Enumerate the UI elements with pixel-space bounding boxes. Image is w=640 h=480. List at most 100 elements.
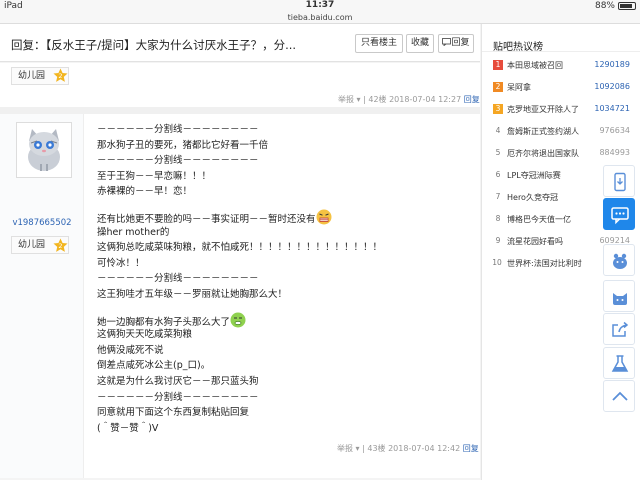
- hot-topic-count: 1034721: [594, 104, 630, 113]
- hot-topic-title: 世界杯:法国对比利时: [507, 259, 582, 268]
- hot-topic-item[interactable]: 5 厄齐尔将退出国家队 884993: [482, 145, 640, 167]
- report-link[interactable]: 举报: [338, 95, 354, 104]
- username[interactable]: v1987665502: [0, 218, 84, 228]
- comment-icon: [611, 207, 629, 225]
- hot-topic-count: 1092086: [594, 82, 630, 91]
- post-divider: [0, 107, 480, 114]
- only-op-button[interactable]: 只看楼主: [355, 34, 403, 53]
- dropdown-caret-icon: ▾: [355, 444, 360, 453]
- level-star-icon: 2: [53, 68, 68, 82]
- cat-avatar-icon: [28, 129, 60, 171]
- favorite-button[interactable]: 收藏: [406, 34, 434, 53]
- hot-topic-title: 呆阿拿: [507, 83, 531, 92]
- tieba-button[interactable]: [603, 244, 635, 276]
- hot-topic-count: 1290189: [594, 60, 630, 69]
- rank-badge: 3: [493, 104, 503, 114]
- reply-link[interactable]: 回复: [464, 95, 480, 104]
- avatar[interactable]: [16, 122, 72, 178]
- content-line-with-emoji: 她一边胸都有水狗子头那么大了: [97, 312, 437, 328]
- svg-text:2: 2: [58, 72, 62, 80]
- chevron-up-icon: [612, 391, 628, 401]
- content-line: 这就是为什么我讨厌它－－那只蓝头狗: [97, 375, 259, 387]
- rank-badge: 1: [493, 60, 503, 70]
- content-line: －－－－－－分割线－－－－－－－－: [97, 155, 259, 167]
- clock: 11:37: [305, 0, 335, 10]
- hot-topic-count: 884993: [599, 148, 630, 157]
- cat-button[interactable]: [603, 280, 635, 312]
- phone-icon: [614, 172, 626, 192]
- content-line: 这王狗哇才五年级－－罗丽就让她胸那么大！: [97, 288, 288, 300]
- thread-main: 回复：【反水王子/提问】大家为什么讨厌水王子？，分... 只看楼主 收藏 回复 …: [0, 24, 480, 480]
- content-line: －－－－－－分割线－－－－－－－－: [97, 124, 259, 135]
- rank-badge: 9: [495, 236, 501, 245]
- hot-topic-title: 本田思域被召回: [507, 61, 563, 70]
- battery-percent: 88%: [594, 1, 615, 11]
- hot-topic-title: 克罗地亚又开除人了: [507, 105, 579, 114]
- content-line: 倒差点咸死冰公主(p_口)。: [97, 360, 211, 372]
- content-line: 那水狗子丑的要死，猪都比它好看一千倍: [97, 139, 269, 151]
- topic-header: 回复：【反水王子/提问】大家为什么讨厌水王子？，分... 只看楼主 收藏 回复: [0, 24, 480, 62]
- level-star-icon: 2: [53, 238, 68, 252]
- tieba-icon: [613, 253, 627, 269]
- scroll-top-button[interactable]: [603, 380, 635, 412]
- phone-button[interactable]: [603, 165, 635, 197]
- content-line: 这俩狗天天吃咸菜狗粮: [97, 329, 193, 341]
- hot-topic-title: 流星花园好看吗: [507, 237, 563, 246]
- content-line: 他俩没咸死不说: [97, 344, 164, 356]
- content-line: 她一边胸都有水狗子头那么大了: [97, 316, 231, 328]
- status-bar: iPad 11:37 88%: [0, 0, 640, 13]
- address-bar[interactable]: tieba.baidu.com: [0, 13, 640, 24]
- hot-topic-item[interactable]: 2 呆阿拿 1092086: [482, 79, 640, 101]
- cat-icon: [613, 293, 627, 305]
- hot-topic-title: 博格巴今天值一亿: [507, 215, 571, 224]
- post-content: －－－－－－分割线－－－－－－－－ 那水狗子丑的要死，猪都比它好看一千倍 －－－…: [97, 122, 437, 436]
- floor-number: 43楼: [367, 444, 386, 453]
- floor-number: 42楼: [368, 95, 387, 104]
- level-name: 幼儿园: [18, 240, 46, 250]
- post-43: v1987665502 幼儿园 2 －－－－－－分割线－－－－－－－－ 那水狗子…: [0, 114, 480, 478]
- dropdown-caret-icon: ▾: [356, 95, 361, 104]
- page-title: 回复：【反水王子/提问】大家为什么讨厌水王子？，分...: [11, 38, 297, 52]
- reply-button-label: 回复: [451, 38, 470, 48]
- battery-icon: [618, 2, 636, 10]
- lab-icon: [611, 355, 629, 372]
- previous-post-meta: 举报 ▾ | 42楼 2018-07-04 12:27 回复: [338, 95, 480, 104]
- content-line: 赤裸裸的－－早！恋！: [97, 186, 193, 198]
- angry-emoji-icon: [316, 209, 332, 225]
- previous-post-footer: 幼儿园 2 举报 ▾ | 42楼 2018-07-04 12:27 回复: [0, 63, 480, 107]
- hot-topic-title: Hero久竞夺冠: [507, 193, 558, 202]
- hot-topic-title: 厄齐尔将退出国家队: [507, 149, 579, 158]
- rank-badge: 8: [495, 214, 501, 223]
- content-line: 还有比她更不要脸的吗－－事实证明－－暂时还没有: [97, 213, 316, 225]
- hot-topic-item[interactable]: 4 詹姆斯正式签约湖人 976634: [482, 123, 640, 145]
- author-column: v1987665502 幼儿园 2: [0, 114, 84, 478]
- share-button[interactable]: [603, 313, 635, 345]
- comment-button[interactable]: [603, 198, 635, 230]
- lab-button[interactable]: [603, 347, 635, 379]
- level-name: 幼儿园: [18, 71, 46, 81]
- content-line: －－－－－－分割线－－－－－－－－: [97, 391, 259, 403]
- hot-topic-item[interactable]: 3 克罗地亚又开除人了 1034721: [482, 101, 640, 123]
- reply-link[interactable]: 回复: [463, 444, 479, 453]
- content-line: 同意就用下面这个东西复制粘贴回复: [97, 407, 250, 419]
- hot-topic-count: 976634: [599, 126, 630, 135]
- report-link[interactable]: 举报: [337, 444, 353, 453]
- hot-topic-item[interactable]: 1 本田思域被召回 1290189: [482, 57, 640, 79]
- content-line: 可怜冰！！: [97, 257, 145, 269]
- reply-button[interactable]: 回复: [438, 34, 474, 53]
- rank-badge: 7: [495, 192, 501, 201]
- content-line: (＾赞－赞＾)V: [97, 422, 159, 434]
- content-line: 这俩狗总吃咸菜味狗粮，就不怕咸死！！！！！！！！！！！！！！: [97, 242, 383, 254]
- share-icon: [612, 321, 629, 337]
- battery-indicator: 88%: [595, 1, 636, 11]
- content-line: －－－－－－分割线－－－－－－－－: [97, 273, 259, 285]
- post-time: 2018-07-04 12:27: [389, 95, 462, 104]
- post-time: 2018-07-04 12:42: [388, 444, 461, 453]
- rank-badge: 5: [495, 148, 501, 157]
- content-line-with-emoji: 还有比她更不要脸的吗－－事实证明－－暂时还没有: [97, 209, 437, 225]
- svg-text:2: 2: [58, 242, 62, 250]
- hot-topic-title: LPL夺冠洲际赛: [507, 171, 561, 180]
- post-meta: 举报 ▾ | 43楼 2018-07-04 12:42 回复: [337, 444, 479, 453]
- sick-emoji-icon: [230, 312, 246, 328]
- rank-badge: 2: [493, 82, 503, 92]
